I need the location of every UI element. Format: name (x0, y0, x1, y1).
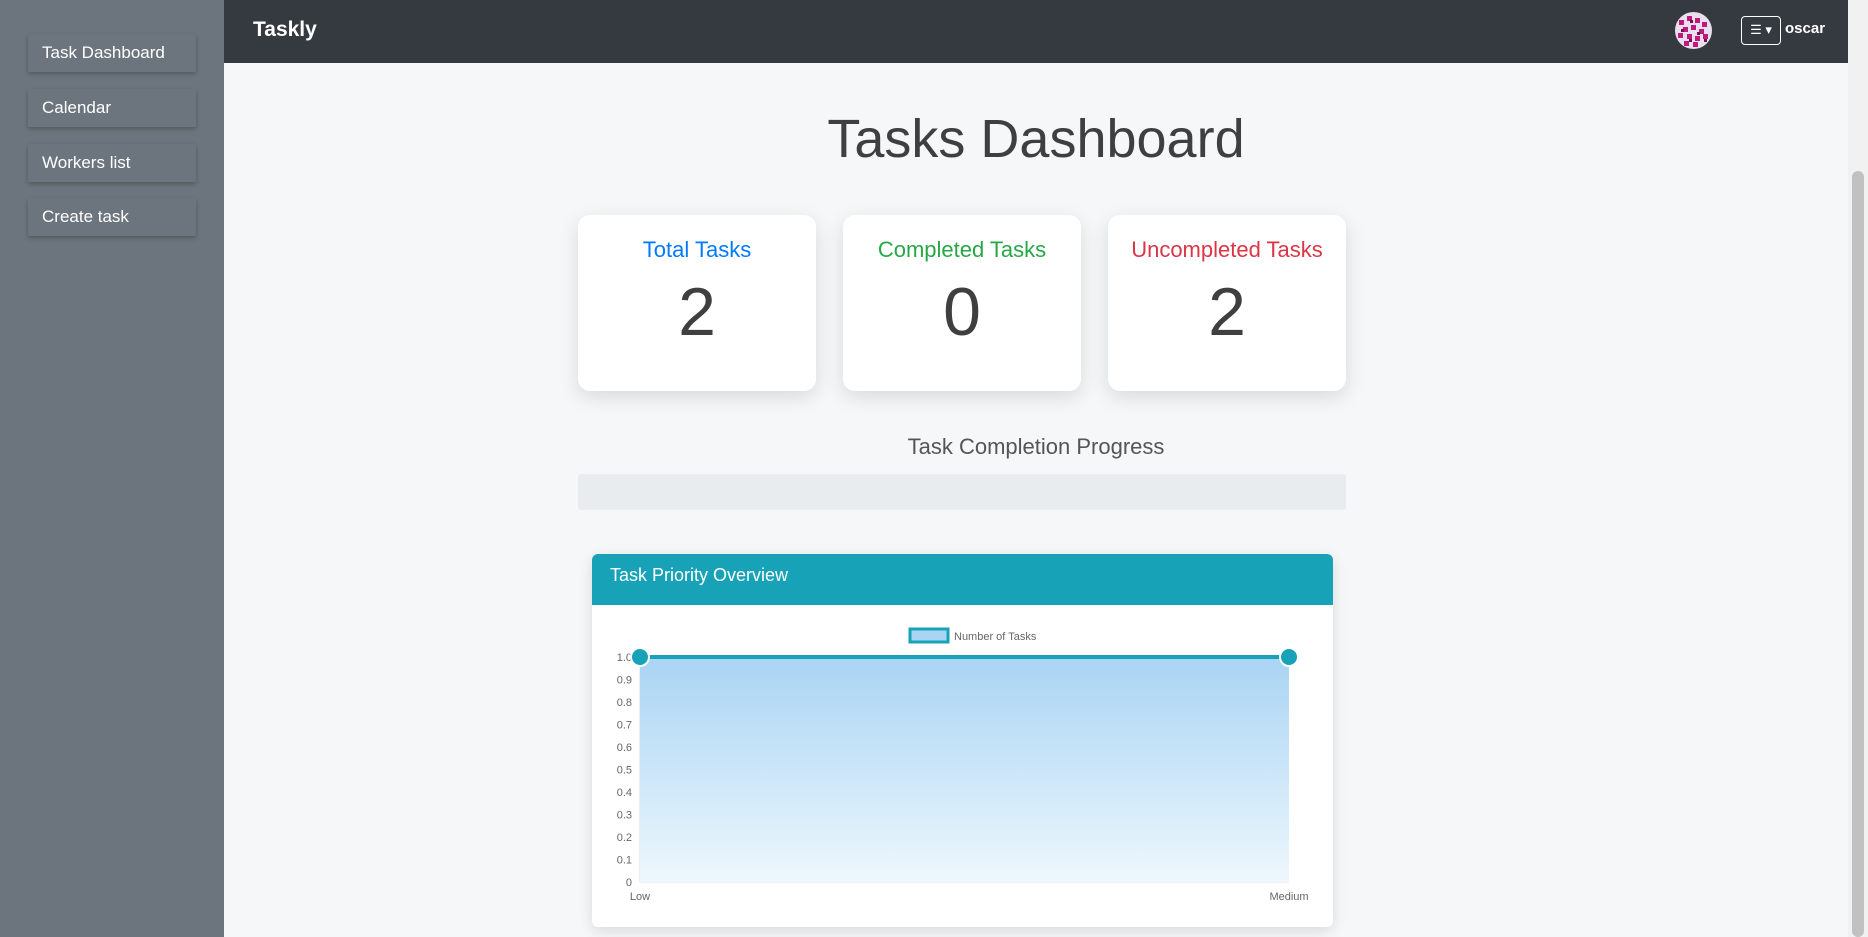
data-point (630, 647, 650, 667)
brand-logo[interactable]: Taskly (253, 18, 317, 42)
y-tick-label: 0.2 (617, 832, 632, 844)
x-tick-label: Medium (1269, 891, 1308, 903)
completed-tasks-card: Completed Tasks 0 (843, 215, 1081, 391)
top-navbar: Taskly ☰ ▾ oscar (224, 0, 1848, 63)
legend-label: Number of Tasks (954, 631, 1037, 643)
y-tick-label: 0.8 (617, 697, 632, 709)
y-tick-label: 0.4 (617, 787, 632, 799)
legend-swatch (908, 627, 950, 644)
completion-progress-bar (578, 474, 1346, 510)
progress-title: Task Completion Progress (907, 434, 1165, 459)
y-tick-label: 0.1 (617, 855, 632, 867)
priority-chart-card: Task Priority Overview 0 0.1 0.2 0.3 0.4 0.5 0… (592, 554, 1333, 927)
card-value: 2 (1208, 274, 1246, 350)
menu-dropdown-button[interactable]: ☰ ▾ (1741, 16, 1781, 45)
total-tasks-card: Total Tasks 2 (578, 215, 816, 391)
y-tick-label: 0 (626, 877, 632, 889)
y-tick-label: 0.5 (617, 765, 632, 777)
scrollbar-thumb[interactable] (1852, 171, 1864, 937)
page-scrollbar[interactable] (1848, 0, 1868, 937)
chart-card-title: Task Priority Overview (592, 554, 1333, 605)
user-avatar[interactable] (1675, 12, 1712, 49)
series-area (640, 657, 1289, 882)
y-tick-label: 1.0 (617, 652, 632, 664)
card-value: 2 (678, 274, 716, 350)
y-tick-label: 0.7 (617, 720, 632, 732)
priority-area-chart: 0 0.1 0.2 0.3 0.4 0.5 0.6 0.7 0.8 0.9 1.0 Low Medium… (617, 627, 1309, 903)
data-point (1279, 647, 1299, 667)
card-value: 0 (943, 274, 981, 350)
sidebar-item-create-task[interactable]: Create task (28, 198, 196, 236)
hamburger-icon: ☰ ▾ (1750, 22, 1772, 37)
sidebar-item-calendar[interactable]: Calendar (28, 89, 196, 127)
username: oscar (1785, 20, 1826, 37)
page-title: Tasks Dashboard (827, 109, 1245, 169)
sidebar: Task Dashboard Calendar Workers list Cre… (0, 0, 224, 937)
x-tick-label: Low (630, 891, 650, 903)
y-tick-label: 0.9 (617, 675, 632, 687)
card-label: Total Tasks (642, 237, 752, 262)
sidebar-item-workers-list[interactable]: Workers list (28, 144, 196, 182)
uncompleted-tasks-card: Uncompleted Tasks 2 (1108, 215, 1346, 391)
card-label: Completed Tasks (877, 237, 1047, 262)
sidebar-item-task-dashboard[interactable]: Task Dashboard (28, 34, 196, 72)
y-tick-label: 0.3 (617, 810, 632, 822)
card-label: Uncompleted Tasks (1131, 237, 1323, 262)
y-tick-label: 0.6 (617, 742, 632, 754)
